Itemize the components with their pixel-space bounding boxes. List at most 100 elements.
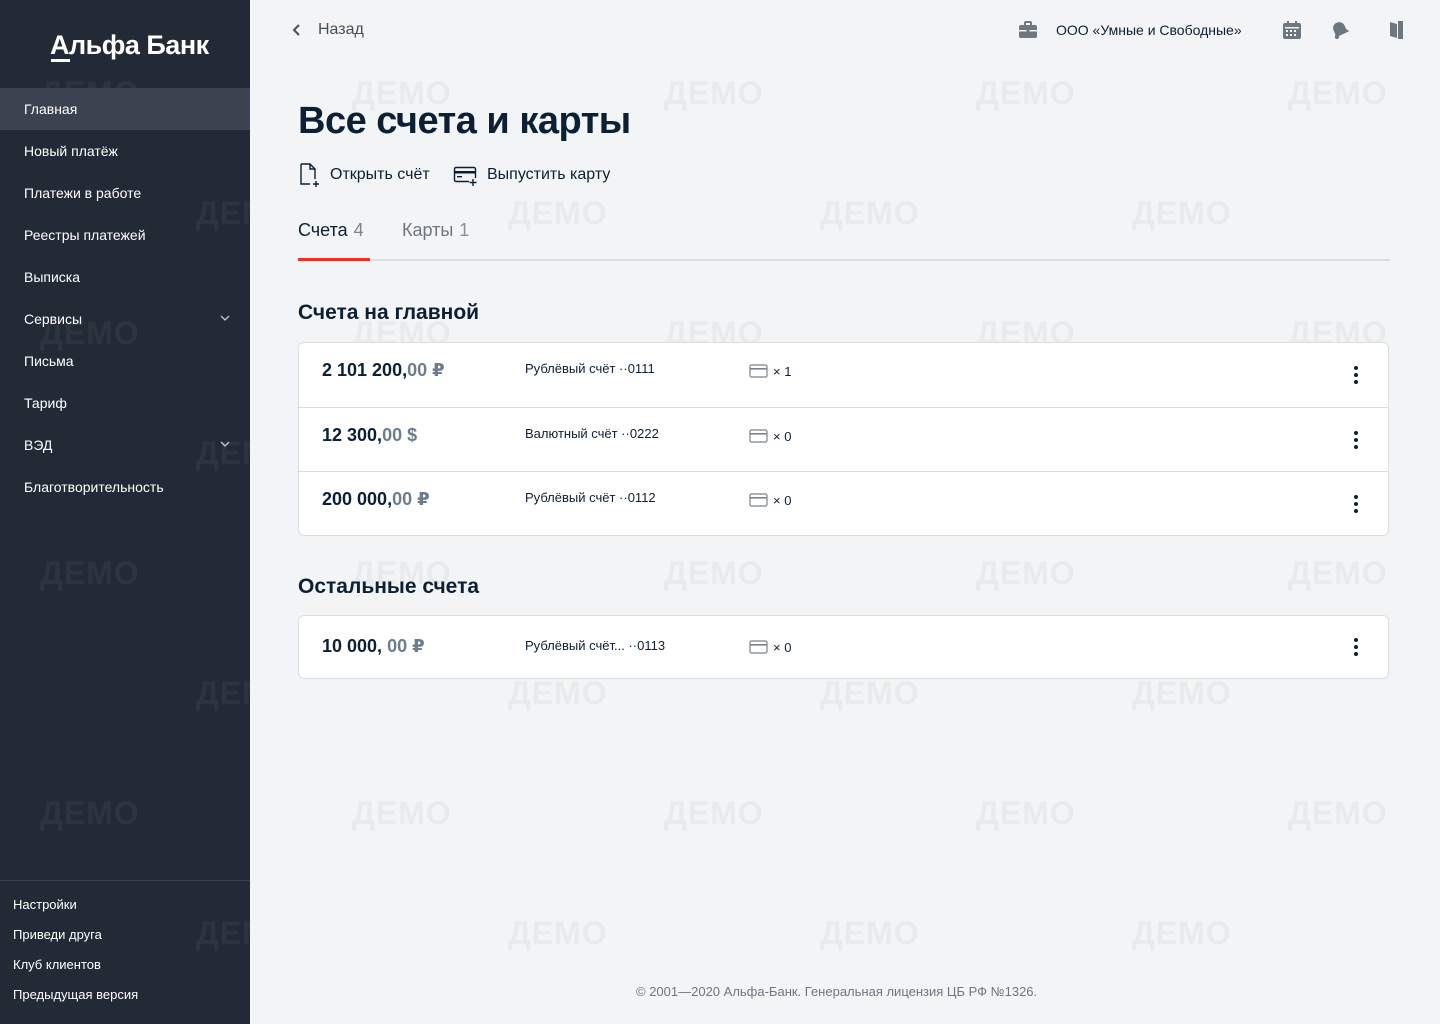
account-balance: 12 300,00 $: [322, 425, 417, 446]
sidebar-item-charity[interactable]: Благотворительность: [0, 466, 250, 508]
sidebar-item-tariff[interactable]: Тариф: [0, 382, 250, 424]
card-icon: [749, 429, 768, 443]
sidebar-item-services[interactable]: Сервисы: [0, 298, 250, 340]
linked-cards: × 0: [749, 639, 791, 655]
company-name: ООО «Умные и Свободные»: [1056, 22, 1242, 38]
watermark: ДЕМО: [1288, 75, 1388, 112]
open-account-button[interactable]: Открыть счёт: [298, 162, 430, 188]
watermark: ДЕМО: [664, 795, 764, 832]
sidebar-nav: Главная Новый платёж Платежи в работе Ре…: [0, 88, 250, 508]
linked-cards: × 0: [749, 492, 791, 508]
watermark: ДЕМО: [196, 915, 296, 951]
sidebar-item-ved[interactable]: ВЭД: [0, 424, 250, 466]
sidebar-item-letters[interactable]: Письма: [0, 340, 250, 382]
footer-copyright: © 2001—2020 Альфа-Банк. Генеральная лице…: [636, 984, 1038, 999]
watermark: ДЕМО: [352, 795, 452, 832]
sidebar-item-statement[interactable]: Выписка: [0, 256, 250, 298]
balance-integer: 2 101 200,: [322, 360, 408, 380]
open-account-label: Открыть счёт: [330, 166, 430, 183]
tab-label: Карты: [402, 220, 454, 240]
chevron-down-icon: [220, 441, 230, 447]
sidebar-item-label: Письма: [24, 353, 74, 369]
tab-count: 4: [353, 220, 364, 240]
chevron-down-icon: [220, 315, 230, 321]
new-document-icon: [300, 163, 319, 187]
sidebar-item-client-club[interactable]: Клуб клиентов: [13, 950, 138, 980]
watermark: ДЕМО: [820, 915, 920, 952]
account-name: Рублёвый счёт... ··0113: [525, 638, 666, 653]
watermark: ДЕМО: [976, 795, 1076, 832]
linked-cards-count: × 0: [773, 639, 792, 655]
calendar-icon[interactable]: [1280, 18, 1304, 42]
linked-cards-count: × 0: [773, 428, 792, 444]
watermark: ДЕМО: [820, 675, 920, 712]
sidebar-divider: [0, 880, 250, 881]
section-title-main-accounts: Счета на главной: [298, 301, 480, 324]
sidebar-item-label: Благотворительность: [24, 479, 164, 495]
sidebar-item-label: Новый платёж: [24, 143, 118, 159]
watermark: ДЕМО: [1288, 555, 1388, 592]
linked-cards-count: × 1: [773, 363, 792, 379]
sidebar-bottom-nav: Настройки Приведи друга Клуб клиентов Пр…: [13, 890, 138, 1010]
active-tab-indicator: [298, 258, 370, 261]
account-name: Рублёвый счёт ··0111: [525, 361, 655, 376]
sidebar-item-label: Выписка: [24, 269, 81, 285]
more-vertical-icon[interactable]: [1344, 635, 1368, 659]
more-vertical-icon[interactable]: [1344, 492, 1368, 516]
account-row[interactable]: 200 000,00 ₽ Рублёвый счёт ··0112 × 0: [299, 471, 1388, 535]
linked-cards: × 0: [749, 428, 791, 444]
watermark: ДЕМО: [1132, 675, 1232, 712]
balance-integer: 10 000,: [322, 636, 383, 656]
sidebar-item-label: Сервисы: [24, 311, 83, 327]
watermark: ДЕМО: [508, 915, 608, 952]
tab-accounts[interactable]: Счета 4: [298, 220, 364, 241]
account-name: Рублёвый счёт ··0112: [525, 490, 656, 505]
watermark: ДЕМО: [976, 555, 1076, 592]
watermark: ДЕМО: [508, 195, 608, 232]
account-row[interactable]: 2 101 200,00 ₽ Рублёвый счёт ··0111 × 1: [299, 343, 1388, 407]
chevron-left-icon: [292, 24, 300, 36]
account-row[interactable]: 10 000, 00 ₽ Рублёвый счёт... ··0113 × 0: [299, 616, 1388, 678]
account-balance: 200 000,00 ₽: [322, 489, 430, 510]
account-name: Валютный счёт ··0222: [525, 426, 659, 441]
watermark: ДЕМО: [664, 75, 764, 112]
back-button[interactable]: Назад: [290, 18, 364, 42]
briefcase-icon: [1019, 21, 1037, 38]
sidebar-item-label: Платежи в работе: [24, 185, 142, 201]
watermark: ДЕМО: [40, 795, 140, 831]
watermark: ДЕМО: [820, 195, 920, 232]
balance-fraction: 00 ₽: [382, 636, 425, 656]
logo-underline: [51, 59, 70, 62]
sidebar-item-previous-version[interactable]: Предыдущая версия: [13, 980, 138, 1010]
tabs-divider: [298, 259, 1390, 261]
sidebar-item-payments-in-progress[interactable]: Платежи в работе: [0, 172, 250, 214]
alfa-bank-logo[interactable]: Альфа Банк: [50, 30, 209, 64]
more-vertical-icon[interactable]: [1344, 428, 1368, 452]
sidebar: ДЕМО ДЕМО ДЕМО ДЕМО ДЕМО ДЕМО ДЕМО ДЕМО …: [0, 0, 295, 1024]
balance-fraction: 00 ₽: [392, 489, 430, 509]
section-title-other-accounts: Остальные счета: [298, 575, 480, 598]
company-selector[interactable]: ООО «Умные и Свободные»: [1016, 18, 1242, 42]
logout-icon[interactable]: [1384, 18, 1408, 42]
balance-fraction: 00 $: [382, 425, 418, 445]
issue-card-button[interactable]: Выпустить карту: [453, 162, 610, 188]
watermark: ДЕМО: [1288, 795, 1388, 832]
account-balance: 10 000, 00 ₽: [322, 636, 425, 657]
account-row[interactable]: 12 300,00 $ Валютный счёт ··0222 × 0: [299, 407, 1388, 471]
bell-icon[interactable]: [1328, 18, 1352, 42]
more-vertical-icon[interactable]: [1344, 363, 1368, 387]
balance-fraction: 00 ₽: [407, 360, 445, 380]
balance-integer: 12 300,: [322, 425, 383, 445]
sidebar-item-label: Главная: [24, 101, 78, 117]
issue-card-label: Выпустить карту: [487, 166, 611, 183]
tab-cards[interactable]: Карты 1: [402, 220, 469, 241]
sidebar-item-new-payment[interactable]: Новый платёж: [0, 130, 250, 172]
linked-cards: × 1: [749, 363, 791, 379]
sidebar-item-payment-registers[interactable]: Реестры платежей: [0, 214, 250, 256]
watermark: ДЕМО: [664, 555, 764, 592]
watermark: ДЕМО: [40, 555, 140, 591]
sidebar-item-invite-friend[interactable]: Приведи друга: [13, 920, 138, 950]
sidebar-item-settings[interactable]: Настройки: [13, 890, 138, 920]
balance-integer: 200 000,: [322, 489, 393, 509]
sidebar-item-main[interactable]: Главная: [0, 88, 250, 130]
